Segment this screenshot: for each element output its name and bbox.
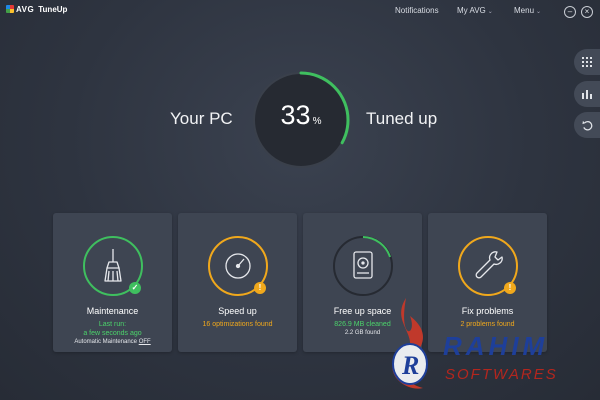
- hard-drive-icon: [353, 251, 373, 279]
- svg-text:R: R: [401, 351, 419, 380]
- watermark: R RAHIM SOFTWARES: [378, 296, 600, 400]
- card-title: Speed up: [218, 306, 257, 316]
- avg-logo: AVG: [6, 5, 34, 14]
- chevron-down-icon: ⌄: [536, 9, 542, 15]
- hero-left-text: Your PC: [170, 109, 233, 128]
- app-logo: AVG TuneUp: [6, 5, 67, 14]
- title-bar: AVG TuneUp Notifications My AVG ⌄ Menu ⌄ –…: [0, 0, 600, 24]
- watermark-text-bottom: SOFTWARES: [445, 366, 558, 383]
- auto-maintenance-label: Automatic Maintenance: [74, 339, 138, 345]
- maintenance-card[interactable]: ✓ Maintenance Last run: a few seconds ag…: [53, 213, 172, 352]
- close-icon: ×: [584, 7, 590, 16]
- card-line: Last run:: [98, 321, 127, 328]
- gauge-percent: 33: [280, 100, 311, 130]
- hero-right-text: Tuned up: [366, 109, 438, 128]
- wrench-icon: [475, 251, 503, 279]
- card-title: Maintenance: [86, 306, 139, 316]
- my-avg-label: My AVG: [457, 6, 486, 15]
- notifications-link[interactable]: Notifications: [395, 6, 439, 15]
- minimize-button[interactable]: –: [564, 6, 576, 18]
- auto-maintenance-row: Automatic Maintenance OFF: [53, 339, 172, 345]
- warning-icon: !: [504, 282, 516, 294]
- warning-icon: !: [254, 282, 266, 294]
- gauge-unit: %: [312, 116, 322, 127]
- ok-check-icon: ✓: [129, 282, 141, 294]
- speedometer-icon: [225, 253, 251, 279]
- my-avg-menu[interactable]: My AVG ⌄: [457, 6, 493, 15]
- app-name: TuneUp: [38, 5, 68, 14]
- gauge-value: 33%: [251, 100, 351, 131]
- card-line: 16 optimizations found: [202, 321, 273, 328]
- watermark-logo: R: [392, 298, 428, 389]
- close-button[interactable]: ×: [581, 6, 593, 18]
- undo-icon: [581, 120, 592, 130]
- menu-label: Menu: [514, 6, 535, 15]
- speed-up-card[interactable]: ! Speed up 16 optimizations found: [178, 213, 297, 352]
- chevron-down-icon: ⌄: [487, 9, 493, 15]
- side-tool-undo[interactable]: [574, 112, 600, 138]
- free-up-space-ring: [333, 236, 393, 296]
- notifications-label: Notifications: [395, 6, 439, 15]
- auto-maintenance-toggle[interactable]: OFF: [139, 339, 151, 345]
- side-tool-grid[interactable]: [574, 49, 600, 75]
- side-tool-stats[interactable]: [574, 81, 600, 107]
- grid-icon: [582, 57, 592, 67]
- watermark-text-top: RAHIM: [443, 331, 549, 361]
- main-menu[interactable]: Menu ⌄: [514, 6, 541, 15]
- card-line: a few seconds ago: [83, 330, 142, 337]
- bar-chart-icon: [582, 90, 592, 99]
- minimize-icon: –: [567, 7, 573, 16]
- broom-icon: [104, 249, 122, 282]
